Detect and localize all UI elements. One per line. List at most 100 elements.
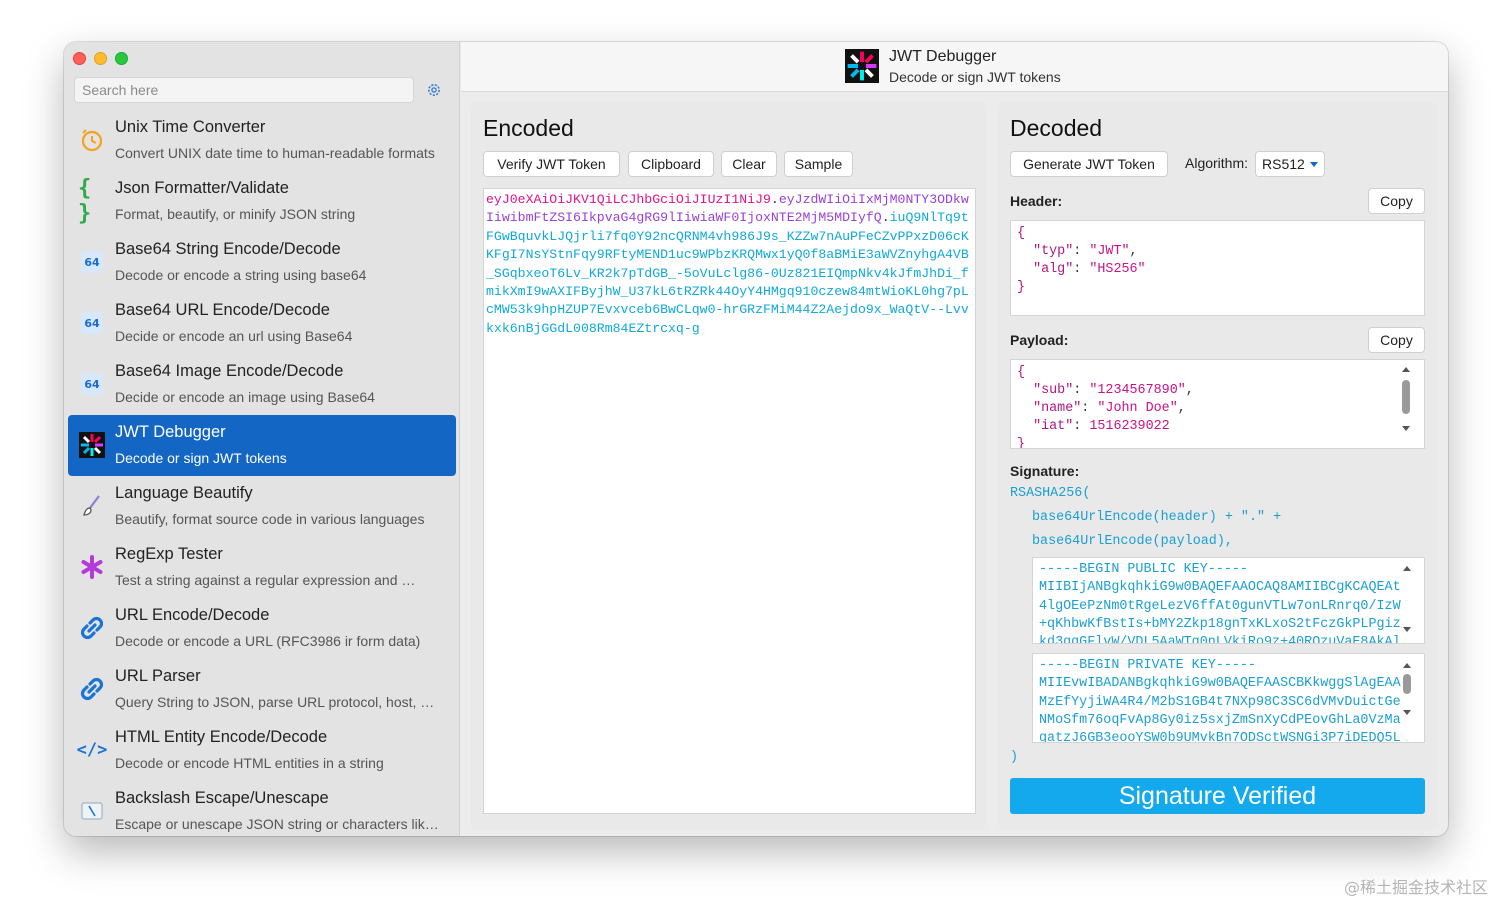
private-key-line: MzEfYyjiWA4R4/M2bS1GB4t7NXp98C3SC6dVMvDu… (1039, 694, 1401, 710)
public-key-scrollbar[interactable] (1400, 566, 1414, 638)
tool-title: Unix Time Converter (115, 118, 266, 136)
tool-item-url-encode[interactable]: URL Encode/Decode Decode or encode a URL… (68, 598, 456, 659)
close-window-button[interactable] (73, 52, 86, 65)
base64-icon: 64 (78, 248, 106, 276)
decoded-panel: Decoded Generate JWT Token Algorithm: RS… (998, 102, 1438, 830)
tool-item-backslash[interactable]: Backslash Escape/Unescape Escape or unes… (68, 781, 456, 836)
json-value: "John Doe" (1097, 401, 1178, 416)
tool-item-jwt-debugger[interactable]: JWT Debugger Decode or sign JWT tokens (68, 415, 456, 476)
tool-desc: Decide or encode an image using Base64 (115, 389, 375, 405)
generate-jwt-button[interactable]: Generate JWT Token (1010, 151, 1168, 177)
watermark: @稀土掘金技术社区 (1343, 878, 1488, 897)
tool-title: HTML Entity Encode/Decode (115, 728, 328, 746)
signature-line-payload: base64UrlEncode(payload), (1032, 534, 1233, 549)
json-value: "HS256" (1089, 262, 1146, 277)
public-key-line: -----BEGIN PUBLIC KEY----- (1039, 562, 1248, 577)
json-brace: { (1017, 365, 1026, 380)
link-icon (78, 614, 106, 642)
scroll-up-arrow-icon[interactable] (1403, 663, 1411, 668)
clock-icon (78, 126, 106, 154)
scroll-thumb[interactable] (1402, 380, 1410, 414)
tool-title: Json Formatter/Validate (115, 179, 289, 197)
copy-header-button[interactable]: Copy (1368, 188, 1425, 214)
private-key-input[interactable]: -----BEGIN PRIVATE KEY----- MIIEvwIBADANB… (1032, 653, 1425, 743)
tool-desc: Query String to JSON, parse URL protocol… (115, 694, 435, 710)
app-window: Unix Time Converter Convert UNIX date ti… (64, 42, 1448, 836)
tool-item-regexp-tester[interactable]: RegExp Tester Test a string against a re… (68, 537, 456, 598)
asterisk-icon (78, 553, 106, 581)
json-key: "alg" (1033, 262, 1074, 277)
tool-title: Base64 URL Encode/Decode (115, 301, 330, 319)
tool-list: Unix Time Converter Convert UNIX date ti… (68, 110, 456, 836)
payload-json-view[interactable]: { "sub": "1234567890", "name": "John Doe… (1010, 359, 1425, 449)
private-key-scrollbar[interactable] (1400, 663, 1414, 735)
scroll-down-arrow-icon[interactable] (1403, 627, 1411, 632)
page-subtitle: Decode or sign JWT tokens (889, 69, 1061, 85)
copy-payload-button[interactable]: Copy (1368, 327, 1425, 353)
tool-item-json-formatter[interactable]: { } Json Formatter/Validate Format, beau… (68, 171, 456, 232)
base64-icon: 64 (78, 370, 106, 398)
sample-button[interactable]: Sample (784, 151, 853, 177)
tool-desc: Decode or encode a URL (RFC3986 ir form … (115, 633, 421, 649)
public-key-input[interactable]: -----BEGIN PUBLIC KEY----- MIIBIjANBgkqhk… (1032, 557, 1425, 644)
token-signature-part: iuQ9NlTq9tFGwBquvkLJQjrli7fq0Y92ncQRNM4v… (486, 210, 969, 336)
public-key-line: MIIBIjANBgkqhkiG9w0BAQEFAAOCAQ8AMIIBCgKC… (1039, 580, 1401, 596)
decoded-title: Decoded (1010, 115, 1103, 141)
payload-scrollbar[interactable] (1399, 367, 1413, 441)
scroll-down-arrow-icon[interactable] (1403, 710, 1411, 715)
signature-verified-banner: Signature Verified (1010, 778, 1425, 814)
scroll-up-arrow-icon[interactable] (1402, 367, 1410, 372)
tool-title: Language Beautify (115, 484, 253, 502)
header-json-view[interactable]: { "typ": "JWT", "alg": "HS256" } (1010, 220, 1425, 316)
tool-item-unix-time[interactable]: Unix Time Converter Convert UNIX date ti… (68, 110, 456, 171)
tool-title: RegExp Tester (115, 545, 223, 563)
json-brace: } (1017, 437, 1026, 449)
tool-item-url-parser[interactable]: URL Parser Query String to JSON, parse U… (68, 659, 456, 720)
tool-title: URL Encode/Decode (115, 606, 270, 624)
search-input[interactable] (75, 78, 413, 102)
scroll-up-arrow-icon[interactable] (1403, 566, 1411, 571)
code-tag-icon: </> (76, 740, 108, 760)
tool-desc: Decide or encode an url using Base64 (115, 328, 353, 344)
scroll-thumb[interactable] (1403, 674, 1411, 694)
encoded-title: Encoded (483, 115, 574, 141)
jwt-logo-icon (845, 49, 879, 88)
scroll-down-arrow-icon[interactable] (1402, 426, 1410, 431)
encoded-token-input[interactable]: eyJ0eXAiOiJKV1QiLCJhbGciOiJIUzI1NiJ9.eyJ… (483, 188, 976, 814)
tool-item-base64-url[interactable]: 64 Base64 URL Encode/Decode Decide or en… (68, 293, 456, 354)
signature-label: Signature: (1010, 463, 1080, 479)
json-value: 1516239022 (1089, 419, 1170, 434)
sidebar: Unix Time Converter Convert UNIX date ti… (64, 42, 460, 836)
tool-item-language-beautify[interactable]: Language Beautify Beautify, format sourc… (68, 476, 456, 537)
signature-function-close: ) (1010, 750, 1019, 765)
zoom-window-button[interactable] (115, 52, 128, 65)
json-value: "JWT" (1089, 244, 1130, 259)
tool-title: Base64 Image Encode/Decode (115, 362, 344, 380)
clipboard-button[interactable]: Clipboard (628, 151, 714, 177)
public-key-line: 4lgOEePzNm0tRgeLezV6ffAt0gunVTLw7onLRnrq… (1039, 598, 1401, 614)
header-label: Header: (1010, 193, 1063, 209)
link-icon (78, 675, 106, 703)
tool-desc: Decode or encode a string using base64 (115, 267, 367, 283)
tool-item-base64-image[interactable]: 64 Base64 Image Encode/Decode Decide or … (68, 354, 456, 415)
tool-item-html-entity[interactable]: </> HTML Entity Encode/Decode Decode or … (68, 720, 456, 781)
clear-button[interactable]: Clear (721, 151, 777, 177)
json-key: "iat" (1033, 419, 1074, 434)
backslash-icon (78, 797, 106, 825)
payload-label: Payload: (1010, 332, 1069, 348)
private-key-line: NMoSfm76oqFvAp8Gy0iz5sxjZmSnXyCdPEovGhLa… (1039, 712, 1401, 728)
settings-button[interactable] (424, 80, 444, 100)
braces-icon: { } (78, 176, 92, 226)
json-value: "1234567890" (1089, 383, 1186, 398)
tool-desc: Decode or sign JWT tokens (115, 450, 287, 466)
json-brace: { (1017, 226, 1026, 241)
tool-item-base64-string[interactable]: 64 Base64 String Encode/Decode Decode or… (68, 232, 456, 293)
encoded-panel: Encoded Verify JWT Token Clipboard Clear… (471, 102, 986, 830)
verify-jwt-button[interactable]: Verify JWT Token (483, 151, 620, 177)
tool-title: URL Parser (115, 667, 201, 685)
minimize-window-button[interactable] (94, 52, 107, 65)
json-key: "name" (1033, 401, 1082, 416)
public-key-line: +qKhbwKfBstIs+bMY2Zkp18gnTxKLxoS2tFczGkP… (1039, 616, 1401, 632)
tool-title: Backslash Escape/Unescape (115, 789, 329, 807)
algorithm-select[interactable]: RS512 (1255, 151, 1325, 177)
